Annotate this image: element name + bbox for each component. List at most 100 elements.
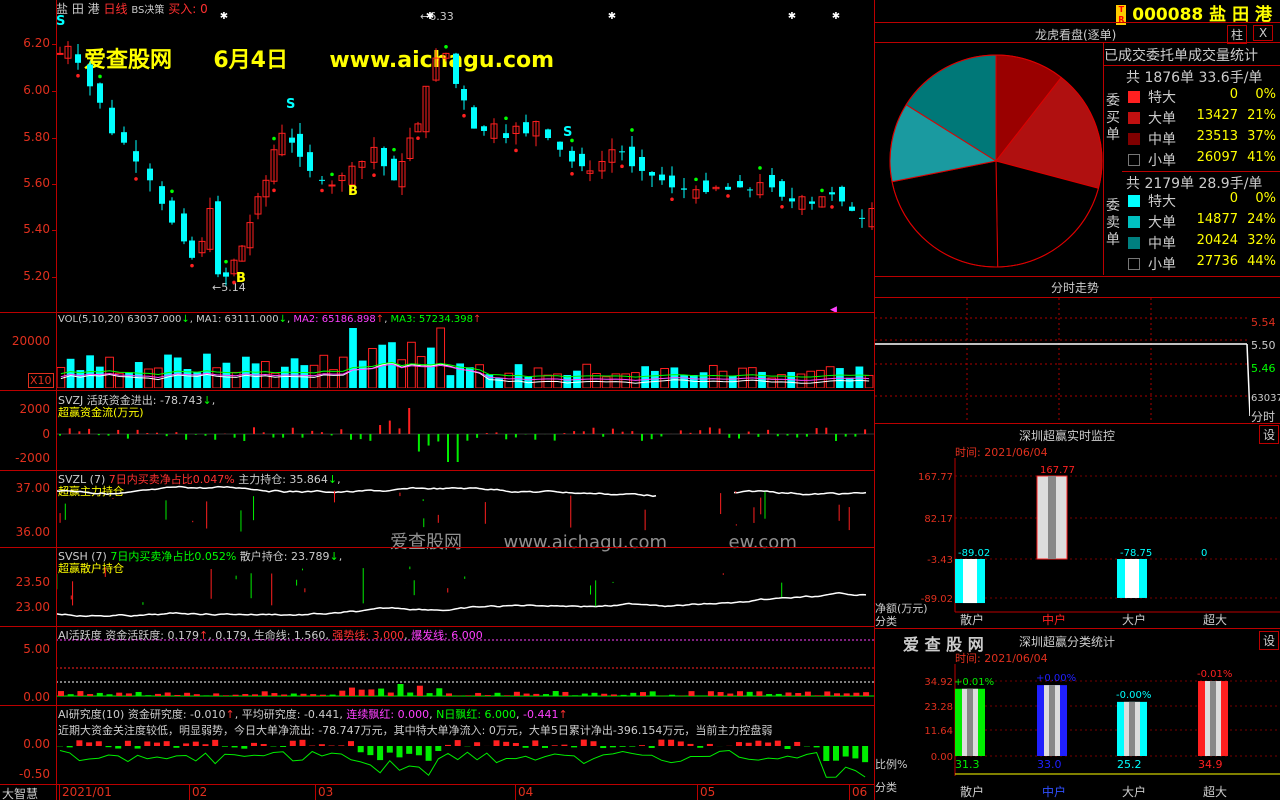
x-tick: [515, 785, 516, 800]
flow-bar: [660, 434, 663, 437]
ai-active-chart[interactable]: [56, 636, 874, 704]
research-bar: [183, 743, 190, 746]
divider: [0, 784, 874, 785]
research-bar: [561, 744, 568, 746]
active-bar: [387, 692, 394, 696]
ai-research-chart[interactable]: [56, 736, 874, 782]
intraday-chart[interactable]: [875, 298, 1250, 422]
flow-bar: [388, 420, 391, 434]
active-bar: [116, 692, 123, 696]
signal-dot: [272, 136, 276, 141]
bar-value: 25.2: [1117, 758, 1142, 771]
signal-dot: [570, 172, 574, 176]
volume-bar: [855, 366, 864, 388]
flow-bar: [398, 428, 401, 434]
legend-swatch: [1128, 216, 1140, 228]
candle: [75, 43, 81, 78]
candle-body: [789, 198, 795, 202]
candle: [358, 160, 366, 179]
candle: [481, 125, 487, 136]
candle: [725, 183, 731, 198]
x-tick-label: 02: [192, 785, 208, 799]
research-bar: [173, 746, 180, 748]
active-bar: [135, 691, 142, 696]
signal-dot: [830, 205, 834, 209]
signal-dot: [134, 177, 138, 181]
monitor-settings-button[interactable]: 设: [1259, 425, 1280, 444]
bar-value: 0: [1201, 548, 1207, 559]
candle: [747, 187, 753, 198]
research-bar: [784, 746, 791, 749]
watermark-mid-url: www.aichagu.com: [503, 532, 668, 553]
active-bar: [145, 695, 152, 696]
research-bar: [357, 746, 364, 753]
flow-bar: [272, 434, 275, 438]
flow-bar: [805, 434, 808, 437]
flow-bar: [117, 429, 120, 434]
flow-bar: [107, 434, 110, 436]
active-bar: [581, 693, 588, 696]
active-bar: [562, 691, 569, 696]
active-bar: [58, 691, 64, 696]
row-value: 23513: [1196, 129, 1238, 144]
divider: [1104, 65, 1280, 66]
x-tick-label: 05: [700, 785, 716, 799]
candle-body: [545, 129, 551, 138]
legend-swatch: [1128, 195, 1140, 207]
active-bar: [572, 695, 579, 696]
bar-shine: [1125, 559, 1139, 598]
active-bar: [601, 693, 608, 696]
flow-bar: [97, 434, 100, 436]
flow-bar: [621, 431, 624, 434]
vol-unit: X10: [28, 373, 54, 388]
vol-ma3: MA3: 57234.398: [390, 314, 474, 325]
watermark-mid: 爱查股网 www.aichagu.com ew.com: [390, 528, 797, 554]
candle-body: [381, 147, 387, 167]
svsh-chart[interactable]: [56, 556, 874, 624]
active-bar: [349, 687, 355, 696]
candle-body: [703, 180, 709, 193]
flow-bar: [447, 434, 449, 462]
candle-body: [829, 192, 835, 195]
active-bar: [494, 692, 501, 696]
active-bar: [475, 692, 482, 696]
research-bar: [706, 743, 713, 746]
active-bar: [125, 693, 132, 696]
volume-bar: [397, 359, 407, 388]
active-bar: [843, 693, 850, 696]
research-bar: [551, 745, 558, 746]
chart-area[interactable]: 盐 田 港 日线 BS决策 买入: 0 6.20 6.00 5.80 5.60 5.40…: [0, 0, 874, 800]
bar-value: 34.9: [1198, 758, 1223, 771]
candlestick-chart[interactable]: ✱ ✱ ✱ ✱ ✱ ◀: [56, 12, 874, 312]
row-value: 0: [1229, 191, 1238, 206]
active-bar: [804, 691, 811, 696]
candle: [649, 171, 655, 188]
candle: [370, 137, 378, 178]
candle: [87, 61, 93, 96]
volume-bar: [708, 364, 718, 388]
candle-body: [859, 217, 865, 219]
svzj-chart[interactable]: [56, 400, 874, 468]
signal-sell: S: [563, 125, 573, 140]
active-bar: [358, 689, 365, 696]
flow-bar: [815, 428, 818, 434]
monitor-bar: [1117, 559, 1147, 598]
research-bar: [609, 746, 616, 748]
candle: [712, 185, 720, 192]
candle-body: [461, 89, 467, 101]
row-pct: 24%: [1247, 212, 1276, 227]
volume-bar: [329, 369, 338, 388]
candle: [169, 189, 175, 225]
candle: [703, 172, 709, 194]
bar-shine: [1048, 476, 1056, 559]
close-button[interactable]: X: [1253, 25, 1274, 41]
active-bar: [775, 693, 782, 696]
flow-bar: [417, 434, 420, 452]
x-tick-label: 03: [318, 785, 334, 799]
research-bar: [522, 746, 529, 748]
classify-settings-button[interactable]: 设: [1259, 631, 1280, 650]
legend-swatch: [1128, 112, 1140, 124]
volume-chart[interactable]: [56, 326, 874, 388]
active-bar: [746, 691, 753, 696]
flow-bar: [563, 433, 566, 434]
